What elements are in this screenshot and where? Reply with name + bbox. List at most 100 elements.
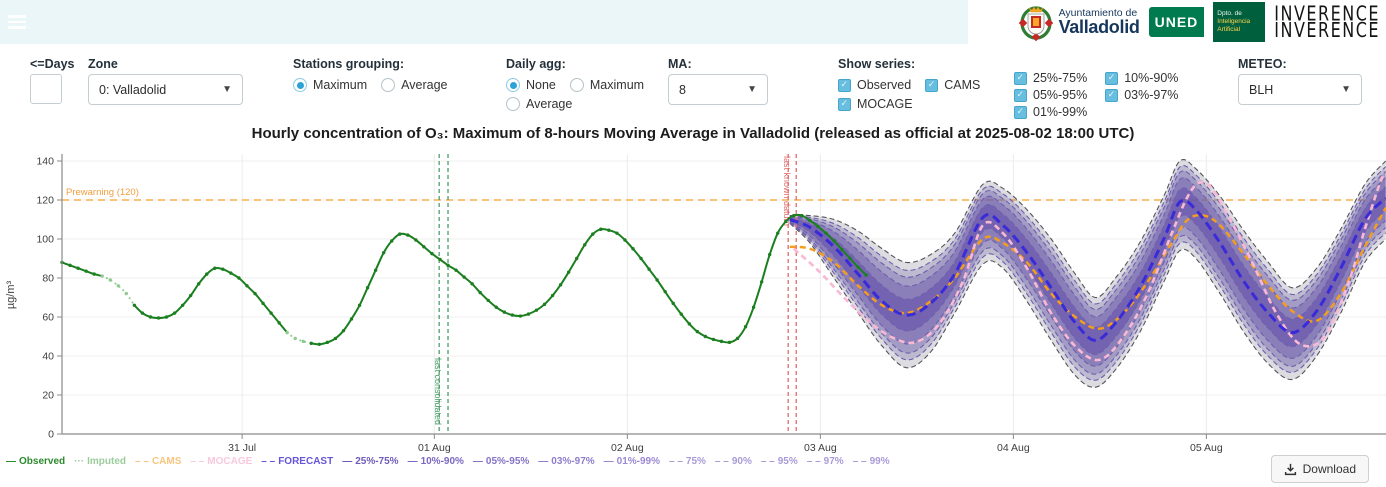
legend-label: 10%-90% (421, 456, 464, 467)
last-consolidated-marker: last consolidated (433, 154, 448, 434)
percentile-25-75[interactable]: 25%-75% (1014, 70, 1087, 86)
legend-label: 05%-95% (486, 456, 529, 467)
legend-item-05-95-: —05%-95% (473, 456, 529, 467)
legend-item-99-: – –99% (853, 456, 890, 467)
legend-label: 95% (778, 456, 798, 467)
meteo-select-value: BLH (1249, 83, 1333, 97)
stations-grouping-label: Stations grouping: (293, 57, 404, 71)
percentile-05-95[interactable]: 05%-95% (1014, 87, 1087, 103)
show-series-cams[interactable]: CAMS (925, 77, 980, 93)
hamburger-menu-icon[interactable] (8, 15, 26, 29)
legend-marker: ··· (74, 456, 84, 467)
checkbox-icon[interactable] (838, 79, 851, 92)
y-tick-label: 60 (42, 312, 54, 324)
ayuntamiento-line2: Valladolid (1059, 18, 1140, 36)
legend-item-97-: – –97% (807, 456, 844, 467)
forecast-bands (790, 159, 1386, 387)
checkbox-icon[interactable] (1014, 106, 1027, 119)
chevron-down-icon: ▼ (222, 84, 232, 95)
checkbox-icon[interactable] (838, 98, 851, 111)
daily-agg-none[interactable]: None (506, 77, 556, 93)
legend-item-10-90-: —10%-90% (408, 456, 464, 467)
x-tick-label: 05 Aug (1190, 442, 1223, 454)
legend-item-cams: – –CAMS (135, 456, 181, 467)
checkbox-icon[interactable] (925, 79, 938, 92)
show-series-mocage[interactable]: MOCAGE (838, 96, 913, 112)
o3-forecast-chart[interactable]: Prewarning (120)last consolidatedlast kn… (0, 146, 1386, 457)
y-tick-label: 140 (36, 156, 54, 168)
zone-select[interactable]: 0: Valladolid ▼ (88, 74, 243, 105)
ma-select[interactable]: 8 ▼ (668, 74, 768, 105)
legend-label: Observed (19, 456, 65, 467)
x-tick-label: 03 Aug (804, 442, 837, 454)
show-series-checkboxes: Observed CAMS MOCAGE (838, 77, 998, 112)
legend-item-25-75-: —25%-75% (342, 456, 398, 467)
meteo-select[interactable]: BLH ▼ (1238, 74, 1362, 105)
legend-label: 97% (824, 456, 844, 467)
legend-marker: – – (853, 456, 867, 467)
download-button-label: Download (1303, 462, 1356, 476)
y-tick-label: 80 (42, 273, 54, 285)
legend-marker: – – (669, 456, 683, 467)
legend-item-95-: – –95% (761, 456, 798, 467)
radio-icon[interactable] (506, 97, 520, 111)
show-series-label: Show series: (838, 57, 915, 71)
checkbox-icon[interactable] (1105, 72, 1118, 85)
stations-grouping-maximum[interactable]: Maximum (293, 77, 367, 93)
stations-grouping-radios: Maximum Average (293, 77, 503, 93)
legend-label: 99% (870, 456, 890, 467)
daily-agg-radios: None Maximum Average (506, 77, 678, 112)
last-known-datum-marker-label: last known datum (782, 156, 792, 226)
x-tick-label: 02 Aug (611, 442, 644, 454)
radio-icon[interactable] (293, 78, 307, 92)
show-series-cams-label: CAMS (944, 78, 980, 92)
stations-grouping-average[interactable]: Average (381, 77, 447, 93)
legend-label: Imputed (87, 456, 126, 467)
legend-item-75-: – –75% (669, 456, 706, 467)
daily-agg-label: Daily agg: (506, 57, 566, 71)
y-tick-label: 120 (36, 195, 54, 207)
percentile-01-99-label: 01%-99% (1033, 105, 1087, 119)
ma-select-value: 8 (679, 83, 739, 97)
show-series-mocage-label: MOCAGE (857, 97, 913, 111)
legend-marker: — (342, 456, 352, 467)
legend-marker: — (408, 456, 418, 467)
zone-label: Zone (88, 57, 118, 71)
last-known-datum-marker: last known datum (782, 154, 796, 434)
percentile-03-97[interactable]: 03%-97% (1105, 87, 1178, 103)
stations-grouping-average-label: Average (401, 78, 447, 92)
radio-icon[interactable] (506, 78, 520, 92)
valladolid-logo: Ayuntamiento de Valladolid (1019, 2, 1140, 42)
x-tick-label: 01 Aug (418, 442, 451, 454)
legend-item-03-97-: —03%-97% (538, 456, 594, 467)
top-bar: Ayuntamiento de Valladolid UNED Dpto. de… (0, 0, 1386, 44)
radio-icon[interactable] (570, 78, 584, 92)
legend-item-forecast: – –FORECAST (261, 456, 333, 467)
radio-icon[interactable] (381, 78, 395, 92)
percentile-10-90[interactable]: 10%-90% (1105, 70, 1178, 86)
legend-label: MOCAGE (207, 456, 252, 467)
percentile-01-99[interactable]: 01%-99% (1014, 104, 1087, 120)
meteo-label: METEO: (1238, 57, 1287, 71)
download-button[interactable]: Download (1271, 455, 1369, 483)
show-series-observed[interactable]: Observed (838, 77, 911, 93)
legend-label: 25%-75% (355, 456, 398, 467)
checkbox-icon[interactable] (1014, 72, 1027, 85)
logo-panel: Ayuntamiento de Valladolid UNED Dpto. de… (968, 0, 1386, 44)
x-tick-label: 31 Jul (228, 442, 256, 454)
legend-item-imputed: ···Imputed (74, 456, 126, 467)
y-axis-label: µg/m³ (5, 280, 17, 309)
daily-agg-average[interactable]: Average (506, 96, 572, 112)
days-label: <=Days (30, 57, 74, 71)
uned-logo: UNED (1149, 7, 1205, 37)
legend-marker: — (6, 456, 16, 467)
legend-marker: — (604, 456, 614, 467)
legend-marker: – – (715, 456, 729, 467)
legend-item-observed: —Observed (6, 456, 65, 467)
y-tick-label: 40 (42, 351, 54, 363)
days-input[interactable] (30, 74, 62, 104)
checkbox-icon[interactable] (1014, 89, 1027, 102)
checkbox-icon[interactable] (1105, 89, 1118, 102)
daily-agg-maximum[interactable]: Maximum (570, 77, 644, 93)
show-series-observed-label: Observed (857, 78, 911, 92)
